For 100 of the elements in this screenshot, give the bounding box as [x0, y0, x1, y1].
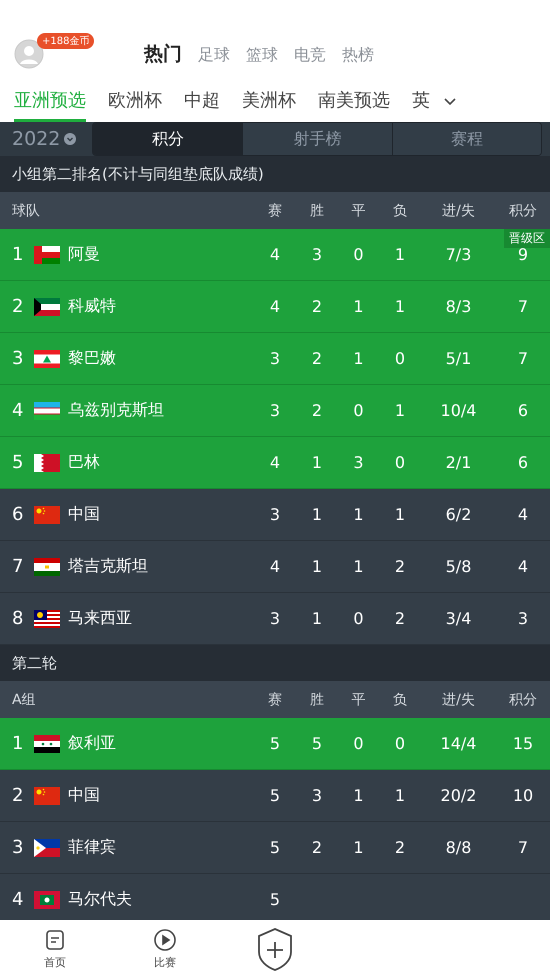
team-name: 科威特 [68, 296, 116, 317]
stat-cell-text: 4 [268, 453, 282, 472]
column-header: 负 [392, 202, 408, 220]
flag-icon [34, 610, 60, 628]
flag-icon [34, 838, 60, 856]
segment-tab[interactable]: 积分 [93, 123, 242, 155]
stat-cell-text: 10/4 [440, 401, 478, 420]
team-name: 中国 [68, 785, 100, 806]
rank: 2 [12, 785, 24, 806]
stat-cell-text: 1 [352, 557, 365, 576]
stat-cell-text: 6 [516, 453, 530, 472]
stat-cell-text: 4 [516, 505, 530, 524]
rank: 8 [12, 608, 24, 629]
stat-cell-text: 3 [268, 505, 282, 524]
column-header: A组 [11, 690, 37, 708]
stat-cell-text: 7 [516, 349, 530, 368]
stat-cell-text: 3 [352, 453, 365, 472]
flag-icon [34, 506, 60, 524]
document-icon [43, 928, 67, 952]
stat-cell-text: 2 [310, 297, 324, 316]
column-header: 平 [350, 690, 366, 708]
flag-icon [34, 890, 60, 908]
column-header: 胜 [309, 202, 325, 220]
stat-cell-text: 3 [310, 245, 324, 264]
rank: 3 [12, 348, 24, 369]
play-icon [153, 928, 177, 952]
stat-cell-text: 9 [516, 245, 530, 264]
stat-cell-text: 7 [516, 838, 530, 857]
rank: 4 [12, 400, 24, 421]
stat-cell-text: 3 [268, 349, 282, 368]
team-name: 巴林 [68, 452, 100, 473]
stat-cell-text: 3 [268, 609, 282, 628]
coins-badge: +188金币 [37, 33, 94, 49]
stat-cell-text: 1 [352, 297, 365, 316]
category-tab[interactable]: 热门 [144, 41, 182, 67]
stat-cell-text: 1 [352, 349, 365, 368]
flag-icon [34, 298, 60, 316]
team-row[interactable]: 1 阿曼 4 3 0 1 7/3 9 晋级区 [0, 229, 550, 281]
column-header: 赛 [267, 202, 283, 220]
rank: 5 [12, 452, 24, 473]
team-name: 乌兹别克斯坦 [68, 400, 164, 421]
stat-cell-text: 2 [310, 838, 324, 857]
league-tab[interactable]: 英 [412, 80, 430, 122]
segment-tab[interactable]: 赛程 [392, 123, 541, 155]
stat-cell-text: 1 [352, 505, 365, 524]
team-name: 塔吉克斯坦 [68, 556, 148, 577]
stat-cell-text: 2 [394, 557, 406, 576]
stat-cell-text: 4 [516, 557, 530, 576]
stat-cell-text: 14/4 [440, 734, 478, 753]
stat-cell-text: 1 [394, 505, 406, 524]
nav-button[interactable]: 首页 [0, 928, 110, 970]
dropdown-icon[interactable] [64, 133, 76, 145]
flag-icon [34, 246, 60, 264]
rank: 1 [12, 244, 24, 265]
column-header: 平 [350, 202, 366, 220]
league-tab[interactable]: 欧洲杯 [108, 80, 162, 122]
zone-tag: 晋级区 [504, 229, 550, 248]
season-selector[interactable]: 2022 [12, 128, 60, 150]
stat-cell-text: 1 [394, 245, 406, 264]
stat-cell-text: 8/8 [444, 838, 472, 857]
league-tab[interactable]: 中超 [184, 80, 220, 122]
flag-icon [34, 734, 60, 752]
stat-cell-text: 5 [310, 734, 324, 753]
flag-icon [34, 402, 60, 420]
stat-cell-text: 2 [310, 349, 324, 368]
stat-cell-text: 20/2 [440, 786, 478, 805]
stat-cell-text: 0 [394, 453, 406, 472]
column-header: 球队 [11, 202, 41, 220]
stat-cell-text: 7/3 [444, 245, 472, 264]
flag-icon [34, 454, 60, 472]
stat-cell-text: 7 [516, 297, 530, 316]
flag-icon [34, 350, 60, 368]
team-name: 菲律宾 [68, 837, 116, 858]
segment-tab[interactable]: 射手榜 [242, 123, 392, 155]
stat-cell-text: 1 [310, 557, 324, 576]
stat-cell-text: 5 [268, 890, 282, 909]
stat-cell-text: 3 [268, 401, 282, 420]
stat-cell-text: 2 [394, 609, 406, 628]
rank: 2 [12, 296, 24, 317]
column-header: 胜 [309, 690, 325, 708]
league-tab[interactable]: 南美预选 [318, 80, 390, 122]
team-name: 黎巴嫩 [68, 348, 116, 369]
stat-cell-text: 5 [268, 734, 282, 753]
stat-cell-text: 1 [352, 786, 365, 805]
stat-cell-text: 6 [516, 401, 530, 420]
stat-cell-text: 4 [268, 245, 282, 264]
stat-cell-text: 5/8 [444, 557, 472, 576]
stat-cell-text: 1 [310, 505, 324, 524]
stat-cell-text: 1 [394, 401, 406, 420]
flag-icon [34, 558, 60, 576]
avatar-icon[interactable] [14, 39, 44, 69]
stat-cell-text: 1 [310, 609, 324, 628]
team-name: 马来西亚 [68, 608, 132, 629]
stat-cell-text: 4 [268, 557, 282, 576]
stat-cell-text: 0 [352, 734, 365, 753]
nav-button[interactable]: 比赛 [110, 928, 220, 970]
column-header: 积分 [508, 202, 538, 220]
stat-cell-text: 3/4 [444, 609, 472, 628]
stat-cell-text: 5/1 [444, 349, 472, 368]
league-tab[interactable]: 美洲杯 [242, 80, 296, 122]
